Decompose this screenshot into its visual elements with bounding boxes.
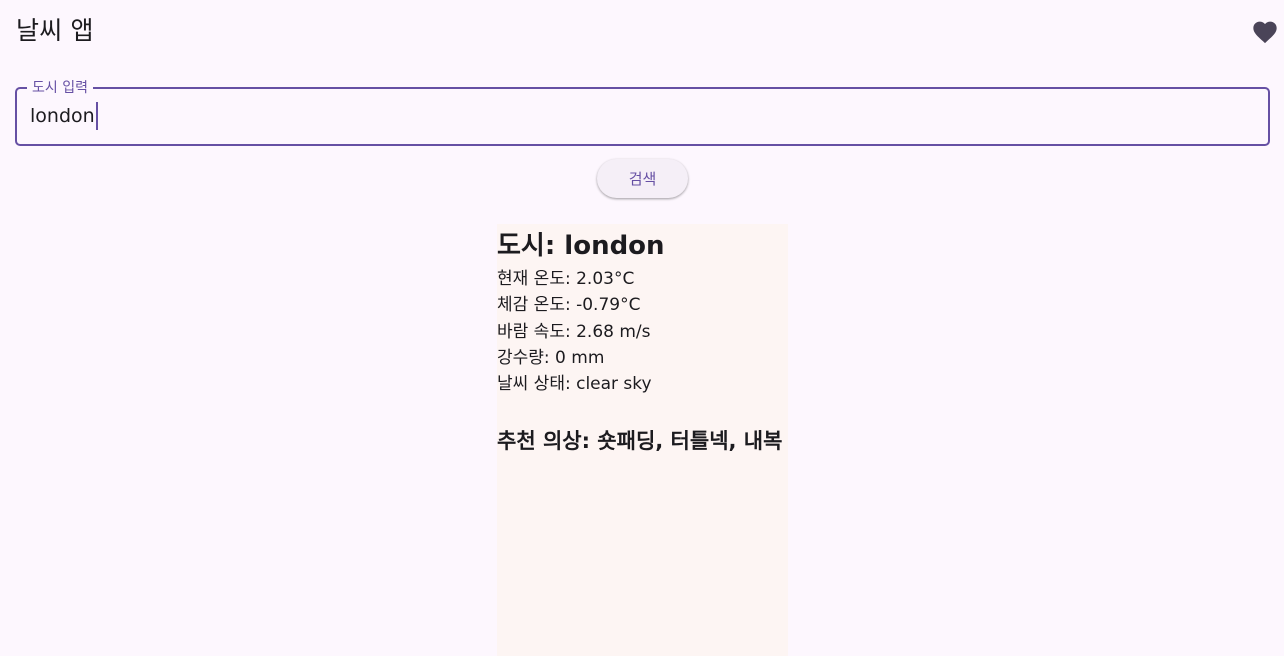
city-input-label: 도시 입력 (27, 79, 93, 97)
app-bar: 날씨 앱 (0, 0, 1284, 64)
current-temperature: 현재 온도: 2.03°C (497, 269, 635, 289)
feels-like-temperature: 체감 온도: -0.79°C (497, 295, 641, 315)
wind-speed: 바람 속도: 2.68 m/s (497, 322, 651, 342)
city-input[interactable]: london (30, 102, 98, 130)
weather-condition: 날씨 상태: clear sky (497, 374, 652, 394)
city-input-value: london (30, 105, 95, 127)
city-name: 도시: london (497, 231, 665, 261)
clothing-recommendation: 추천 의상: 숏패딩, 터틀넥, 내복 (497, 429, 783, 453)
text-caret (95, 102, 98, 130)
precipitation: 강수량: 0 mm (497, 348, 605, 368)
favorite-button[interactable] (1246, 12, 1284, 50)
heart-icon (1253, 21, 1277, 44)
city-input-field[interactable]: 도시 입력 london (15, 79, 1270, 146)
app-title: 날씨 앱 (16, 16, 94, 45)
weather-card: 도시: london 현재 온도: 2.03°C 체감 온도: -0.79°C … (497, 224, 788, 656)
search-button[interactable]: 검색 (597, 159, 688, 198)
